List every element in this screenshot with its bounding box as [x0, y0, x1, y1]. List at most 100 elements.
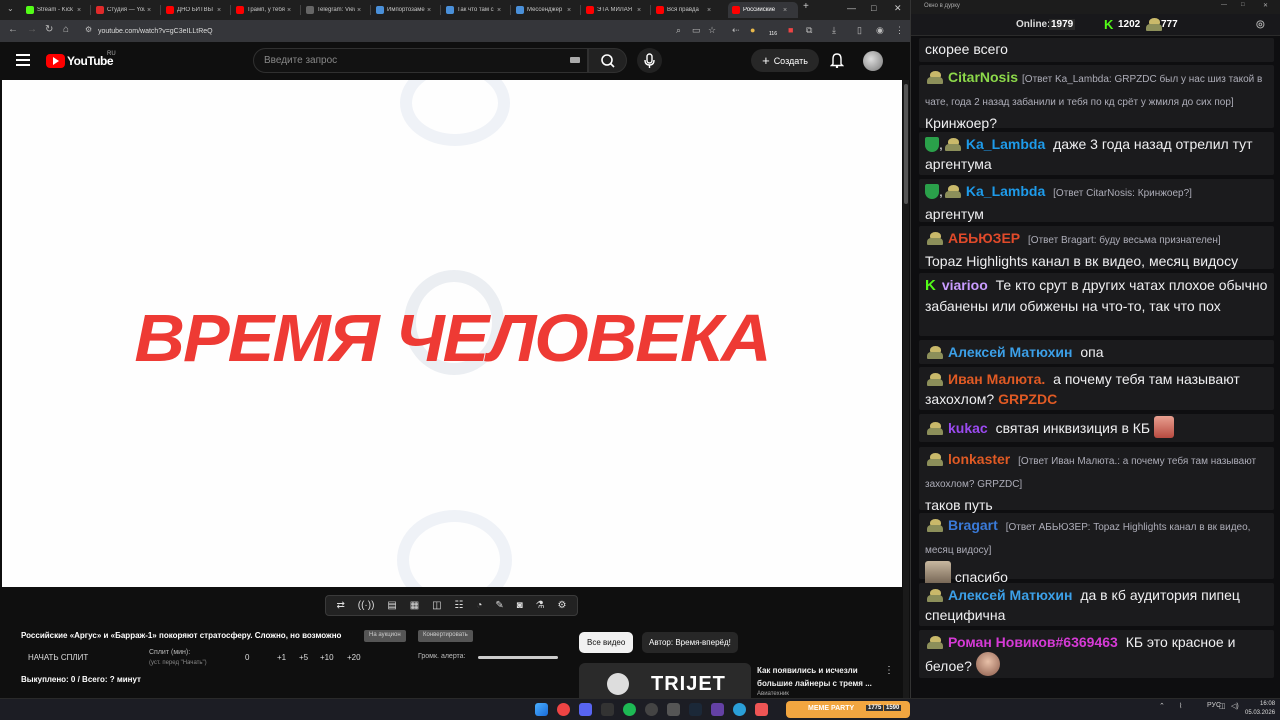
discord-icon[interactable] [579, 703, 592, 716]
tab-close-icon[interactable]: × [707, 7, 711, 14]
app-icon[interactable] [667, 703, 680, 716]
tab-3[interactable]: Трамп, у тебя × [232, 2, 300, 18]
tab-close-icon[interactable]: × [357, 7, 361, 14]
broadcast-icon[interactable]: ((·)) [358, 600, 375, 611]
maximize-icon[interactable]: □ [871, 3, 876, 13]
tray-chevron-icon[interactable]: ⌃ [1159, 703, 1165, 710]
tab-close-icon[interactable]: × [287, 7, 291, 14]
back-icon[interactable]: ← [8, 24, 18, 35]
account-avatar[interactable] [863, 51, 883, 71]
notifications-bell-icon[interactable] [830, 52, 844, 68]
create-button[interactable]: + Создать [751, 49, 819, 72]
split-value-20[interactable]: +20 [347, 653, 361, 662]
close-window-icon[interactable]: ✕ [894, 3, 902, 14]
minimize-icon[interactable]: — [1221, 2, 1227, 8]
split-value-1[interactable]: +1 [277, 653, 286, 662]
extension-arrow-icon[interactable]: ⇠ [732, 25, 740, 36]
search-button[interactable] [588, 48, 627, 73]
url-field[interactable]: youtube.com/watch?v=gC3eILLtReQ [88, 23, 908, 39]
chat-username[interactable]: Bragart [948, 517, 998, 533]
tab-close-icon[interactable]: × [567, 7, 571, 14]
profile-icon[interactable]: ◉ [876, 25, 884, 36]
flask-icon[interactable]: ⚗ [536, 600, 545, 611]
convert-chip[interactable]: Конвертировать [418, 630, 473, 642]
auction-chip[interactable]: На аукцион [364, 630, 406, 642]
tab-4[interactable]: Telegram: View × [302, 2, 370, 18]
minimize-icon[interactable]: — [847, 3, 856, 13]
voice-search-button[interactable] [637, 48, 662, 73]
hamburger-menu-icon[interactable] [16, 54, 30, 66]
tab-1[interactable]: Студия — YouTube× [92, 2, 160, 18]
recommendation-channel[interactable]: Авиатехник [757, 691, 789, 697]
tab-8[interactable]: ЭТА МИЛАЯ × [582, 2, 650, 18]
tab-9[interactable]: Вся правда × [652, 2, 720, 18]
keyboard-icon[interactable] [570, 57, 580, 63]
telegram-icon[interactable] [733, 703, 746, 716]
tab-7[interactable]: Мессенджер × [512, 2, 580, 18]
chat-username[interactable]: viarioo [942, 277, 988, 293]
chip-all-videos[interactable]: Все видео [579, 632, 634, 653]
player-icon[interactable] [711, 703, 724, 716]
page-scrollbar-thumb[interactable] [904, 84, 908, 204]
split-value-0[interactable]: 0 [245, 653, 249, 662]
tab-close-icon[interactable]: × [77, 7, 81, 14]
bookmark-star-icon[interactable]: ☆ [708, 25, 716, 36]
tab-0[interactable]: Stream - Kick × [22, 2, 90, 18]
extensions-puzzle-icon[interactable]: ⧉ [806, 25, 812, 36]
tab-close-icon[interactable]: × [427, 7, 431, 14]
chat-username[interactable]: Алексей Матюхин [948, 587, 1072, 603]
chat-settings-icon[interactable]: ◎ [1256, 19, 1265, 30]
wifi-icon[interactable]: ⌇ [1179, 703, 1182, 710]
extension-red-icon[interactable]: ■ [788, 25, 793, 35]
obs-icon[interactable] [645, 703, 658, 716]
recommendation-title[interactable]: Как появились и исчезли большие лайнеры … [757, 664, 882, 690]
close-window-icon[interactable]: ✕ [1263, 2, 1268, 9]
home-icon[interactable]: ⌂ [63, 24, 69, 35]
network-icon[interactable]: ◫ [1219, 702, 1226, 710]
loop-icon[interactable]: ⇄ [336, 600, 344, 611]
chat-username[interactable]: Роман Новиков#6369463 [948, 634, 1118, 650]
film-icon[interactable]: ▦ [410, 600, 419, 611]
chat-username[interactable]: Ka_Lambda [966, 183, 1045, 199]
split-value-5[interactable]: +5 [299, 653, 308, 662]
subtitles-icon[interactable]: ☷ [454, 600, 463, 611]
alert-volume-slider[interactable] [478, 656, 558, 659]
zoom-icon[interactable]: ⌕ [676, 25, 681, 36]
tab-close-icon[interactable]: × [783, 7, 787, 14]
app-icon[interactable] [601, 703, 614, 716]
youtube-logo[interactable]: YouTube RU [46, 51, 116, 68]
start-split-button[interactable]: НАЧАТЬ СПЛИТ [28, 653, 88, 662]
chat-username[interactable]: Иван Малюта. [948, 371, 1045, 387]
edit-icon[interactable]: ✎ [495, 600, 503, 611]
picture-in-picture-icon[interactable]: ◫ [432, 600, 441, 611]
maximize-icon[interactable]: □ [1241, 2, 1245, 8]
sidepanel-icon[interactable]: ▯ [857, 25, 862, 36]
tab-6[interactable]: Так что там с × [442, 2, 510, 18]
volume-icon[interactable]: ◁) [1231, 702, 1239, 710]
chat-username[interactable]: АБЬЮЗЕР [948, 230, 1020, 246]
tab-close-icon[interactable]: × [497, 7, 501, 14]
settings-gear-icon[interactable]: ⚙ [558, 600, 567, 611]
meme-party-widget[interactable]: MEME PARTY 1775 1590 [786, 701, 910, 718]
tab-close-icon[interactable]: × [147, 7, 151, 14]
spotify-icon[interactable] [623, 703, 636, 716]
speed-gauge-icon[interactable]: ◔ [476, 600, 482, 611]
tab-10-active[interactable]: Российские × [728, 2, 798, 18]
download-icon[interactable]: ⤓ [832, 25, 836, 36]
tab-5[interactable]: Импортозамещ× [372, 2, 440, 18]
video-player[interactable]: ВРЕМЯ ЧЕЛОВЕКА [2, 80, 902, 587]
tab-2[interactable]: ДНО БИТВЫ × [162, 2, 230, 18]
recommendation-thumbnail[interactable]: TRIJET [579, 663, 751, 698]
extension-coin-icon[interactable]: ● [750, 25, 755, 35]
cast-icon[interactable]: ▭ [692, 25, 701, 36]
chat-username[interactable]: Ka_Lambda [966, 136, 1045, 152]
menu-dots-icon[interactable]: ⋮ [895, 25, 904, 36]
app-icon[interactable] [755, 703, 768, 716]
chat-username[interactable]: lonkaster [948, 451, 1010, 467]
reload-icon[interactable]: ↻ [45, 24, 53, 35]
clock[interactable]: 16:08 05.03.2026 [1245, 700, 1275, 718]
camera-icon[interactable]: ◙ [517, 600, 523, 611]
steam-icon[interactable] [689, 703, 702, 716]
chat-username[interactable]: kukac [948, 420, 988, 436]
tab-close-icon[interactable]: × [637, 7, 641, 14]
